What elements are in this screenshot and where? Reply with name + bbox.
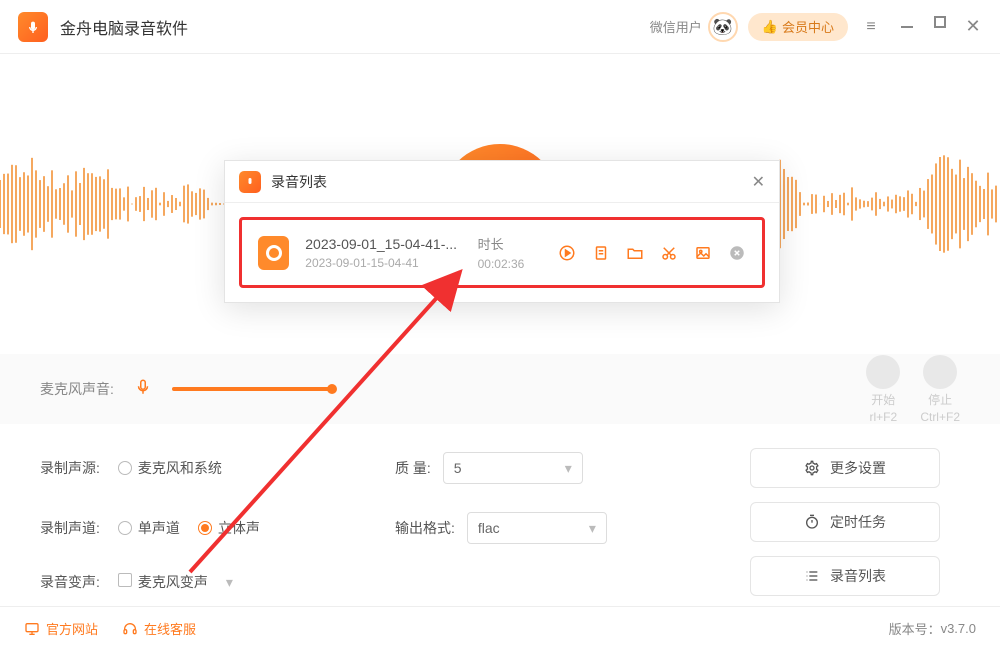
stop-label: 停止 — [928, 391, 952, 408]
delete-icon[interactable] — [728, 244, 746, 262]
mic-volume-slider[interactable] — [172, 387, 332, 391]
support-label: 在线客服 — [144, 619, 196, 638]
channel-mono-text: 单声道 — [138, 518, 180, 538]
timer-icon — [804, 514, 820, 530]
chevron-down-icon: ▾ — [589, 520, 596, 537]
chevron-down-icon: ▾ — [226, 574, 233, 591]
duration-value: 00:02:36 — [478, 257, 542, 271]
modal-header: 录音列表 ✕ — [225, 161, 779, 203]
close-window-icon[interactable]: ✕ — [964, 16, 982, 37]
modal-close-icon[interactable]: ✕ — [752, 172, 765, 192]
support-link[interactable]: 在线客服 — [122, 619, 196, 638]
channel-mono[interactable]: 单声道 — [118, 518, 180, 538]
channel-row: 录制声道: 单声道 立体声 — [40, 518, 365, 538]
gear-icon — [804, 460, 820, 476]
official-site-label: 官方网站 — [46, 619, 98, 638]
voice-label: 录音变声: — [40, 572, 100, 592]
list-icon — [804, 568, 820, 584]
recording-item[interactable]: 2023-09-01_15-04-41-... 2023-09-01-15-04… — [239, 217, 765, 288]
recording-list-modal: 录音列表 ✕ 2023-09-01_15-04-41-... 2023-09-0… — [224, 160, 780, 303]
menu-icon[interactable]: ≡ — [862, 16, 880, 37]
recording-list-button[interactable]: 录音列表 — [750, 556, 940, 596]
channel-stereo-text: 立体声 — [218, 518, 260, 538]
side-buttons: 更多设置 定时任务 录音列表 — [750, 448, 960, 596]
quality-value: 5 — [454, 460, 462, 476]
image-icon[interactable] — [694, 244, 712, 262]
avatar[interactable]: 🐼 — [708, 12, 738, 42]
quality-label: 质 量: — [395, 458, 431, 478]
source-option-text: 麦克风和系统 — [138, 458, 222, 478]
app-title: 金舟电脑录音软件 — [60, 15, 188, 39]
mic-icon — [134, 378, 152, 401]
recording-timestamp: 2023-09-01-15-04-41 — [305, 256, 461, 270]
voice-row: 录音变声: 麦克风变声 ▾ — [40, 572, 365, 592]
stop-hotkey: Ctrl+F2 — [920, 410, 960, 424]
text-icon[interactable] — [592, 244, 610, 262]
timer-task-button[interactable]: 定时任务 — [750, 502, 940, 542]
vip-button[interactable]: 👍 会员中心 — [748, 13, 848, 41]
recording-list-label: 录音列表 — [830, 566, 886, 586]
modal-mic-icon — [239, 171, 261, 193]
timer-task-label: 定时任务 — [830, 512, 886, 532]
start-button[interactable]: 开始 rl+F2 — [866, 355, 900, 424]
start-hotkey: rl+F2 — [869, 410, 897, 424]
duration-label: 时长 — [478, 234, 542, 253]
chevron-down-icon: ▾ — [565, 460, 572, 477]
recording-file-icon — [258, 236, 289, 270]
cut-icon[interactable] — [660, 244, 678, 262]
stop-button[interactable]: 停止 Ctrl+F2 — [920, 355, 960, 424]
user-label: 微信用户 — [650, 17, 702, 36]
more-settings-button[interactable]: 更多设置 — [750, 448, 940, 488]
vip-label: 会员中心 — [782, 17, 834, 36]
control-row: 麦克风声音: 开始 rl+F2 停止 Ctrl+F2 — [0, 354, 1000, 424]
start-label: 开始 — [871, 391, 895, 408]
source-row: 录制声源: 麦克风和系统 — [40, 458, 365, 478]
version-value: v3.7.0 — [941, 621, 976, 636]
source-label: 录制声源: — [40, 458, 100, 478]
more-settings-label: 更多设置 — [830, 458, 886, 478]
thumb-icon: 👍 — [762, 19, 778, 35]
folder-icon[interactable] — [626, 244, 644, 262]
quality-row: 质 量: 5 ▾ — [395, 452, 720, 484]
recording-name: 2023-09-01_15-04-41-... — [305, 236, 461, 252]
format-value: flac — [478, 520, 500, 536]
settings-panel: 录制声源: 麦克风和系统 质 量: 5 ▾ 更多设置 定时任务 录音列表 录制声… — [0, 424, 1000, 620]
official-site-link[interactable]: 官方网站 — [24, 619, 98, 638]
version-label: 版本号： — [889, 619, 941, 638]
footer: 官方网站 在线客服 版本号： v3.7.0 — [0, 606, 1000, 650]
channel-stereo[interactable]: 立体声 — [198, 518, 260, 538]
format-row: 输出格式: flac ▾ — [395, 512, 720, 544]
title-bar: 金舟电脑录音软件 微信用户 🐼 👍 会员中心 ≡ ✕ — [0, 0, 1000, 54]
modal-title: 录音列表 — [271, 172, 327, 192]
mic-volume-label: 麦克风声音: — [40, 379, 114, 399]
voice-checkbox[interactable]: 麦克风变声 — [118, 572, 208, 592]
headset-icon — [122, 621, 138, 637]
format-select[interactable]: flac ▾ — [467, 512, 607, 544]
maximize-icon[interactable] — [934, 16, 946, 28]
quality-select[interactable]: 5 ▾ — [443, 452, 583, 484]
voice-checkbox-text: 麦克风变声 — [138, 574, 208, 590]
format-label: 输出格式: — [395, 518, 455, 538]
source-option-mic-system[interactable]: 麦克风和系统 — [118, 458, 222, 478]
play-icon[interactable] — [558, 244, 576, 262]
channel-label: 录制声道: — [40, 518, 100, 538]
monitor-icon — [24, 621, 40, 637]
app-logo — [18, 12, 48, 42]
minimize-icon[interactable] — [898, 16, 916, 37]
